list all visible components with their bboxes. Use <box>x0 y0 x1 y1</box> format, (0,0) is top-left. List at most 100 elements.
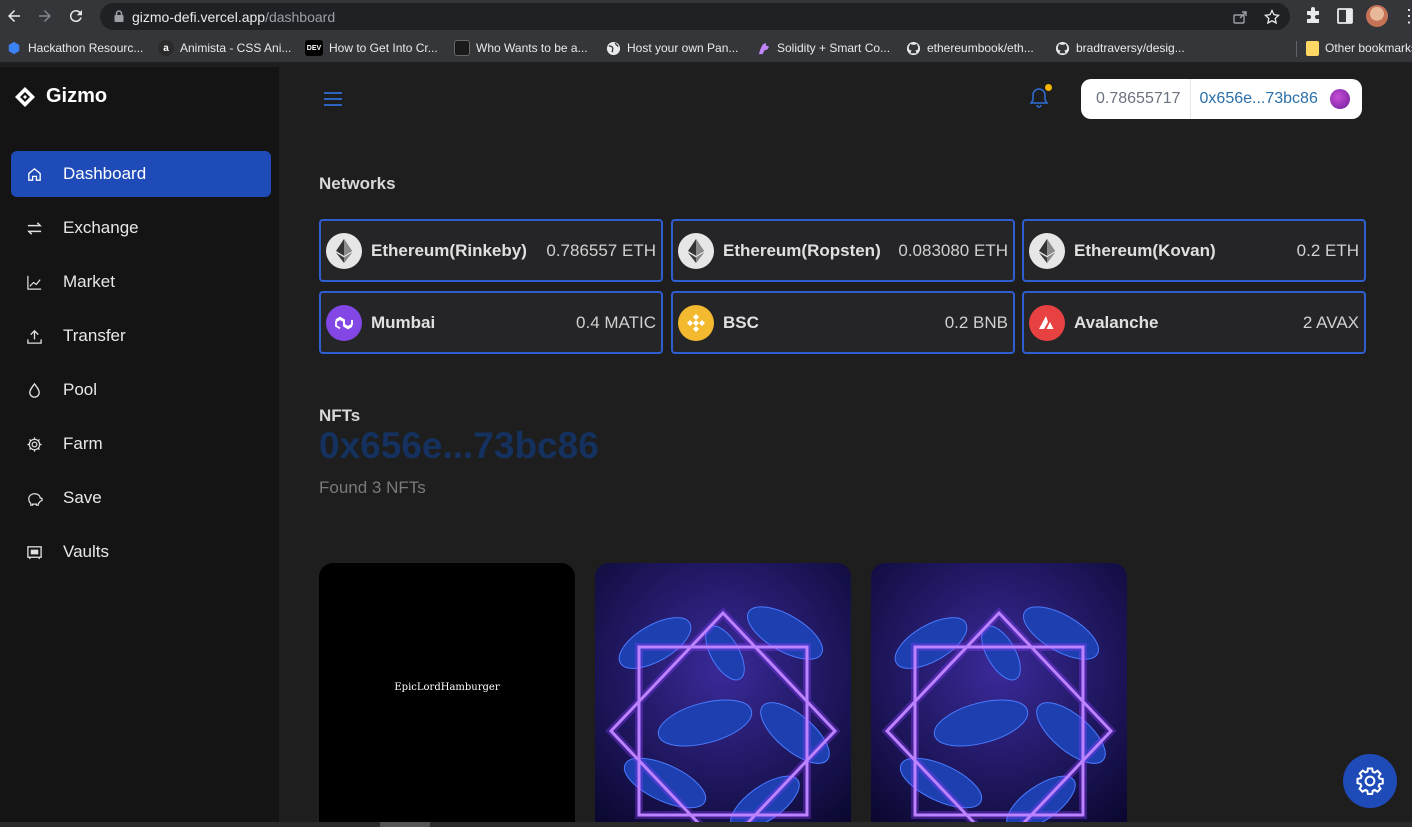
network-name: Ethereum(Rinkeby) <box>371 240 527 260</box>
network-name: BSC <box>723 312 759 332</box>
bookmark-item[interactable]: ethereumbook/eth... <box>905 39 1034 57</box>
bookmark-label: Who Wants to be a... <box>476 41 588 55</box>
quiz-icon <box>454 40 470 56</box>
gear-icon <box>26 436 43 453</box>
bookmark-label: Hackathon Resourc... <box>28 41 144 55</box>
bookmark-item[interactable]: Host your own Pan... <box>605 39 738 57</box>
bookmarks-divider <box>1296 41 1297 57</box>
menu-dots-icon[interactable]: ⋮ <box>1400 6 1412 26</box>
bookmarks-bar: Hackathon Resourc... a Animista - CSS An… <box>0 33 1412 63</box>
unicorn-icon <box>755 40 771 56</box>
bnb-icon <box>678 304 714 341</box>
main-content: 0.78655717 0x656e...73bc86 Networks Ethe… <box>279 67 1412 827</box>
ethereum-icon <box>678 232 714 269</box>
brand-name: Gizmo <box>46 85 108 107</box>
sidebar: Gizmo Dashboard Exchange Market Transfer… <box>0 67 279 827</box>
sidebar-item-farm[interactable]: Farm <box>11 421 271 467</box>
nfts-owner-address: 0x656e...73bc86 <box>319 425 599 466</box>
network-amount: 2 AVAX <box>1302 312 1359 332</box>
bookmark-label: bradtraversy/desig... <box>1076 41 1185 55</box>
drop-icon <box>26 382 43 399</box>
settings-button[interactable] <box>1343 754 1397 808</box>
dev-icon: DEV <box>305 40 323 56</box>
wallet-balance: 0.78655717 <box>1081 79 1191 119</box>
networks-title: Networks <box>319 174 396 193</box>
profile-avatar[interactable] <box>1366 5 1388 27</box>
ethereum-icon <box>1029 232 1065 269</box>
home-icon <box>26 166 43 183</box>
side-panel-icon[interactable] <box>1335 6 1355 26</box>
scrollbar-thumb[interactable] <box>380 822 430 827</box>
sidebar-item-exchange[interactable]: Exchange <box>11 205 271 251</box>
other-bookmarks-label: Other bookmarks <box>1325 41 1412 55</box>
avalanche-icon <box>1029 304 1065 341</box>
bookmark-item[interactable]: DEV How to Get Into Cr... <box>305 39 438 57</box>
share-icon[interactable] <box>1232 9 1248 25</box>
nfts-title: NFTs <box>319 406 361 425</box>
network-name: Ethereum(Kovan) <box>1074 240 1216 260</box>
network-amount: 0.2 BNB <box>944 312 1008 332</box>
ethereum-icon <box>326 232 362 269</box>
nft-card[interactable]: EpicLordHamburger <box>319 563 575 827</box>
extensions-icon[interactable] <box>1303 6 1323 26</box>
nft-card[interactable] <box>595 563 851 827</box>
sidebar-item-transfer[interactable]: Transfer <box>11 313 271 359</box>
network-card[interactable]: Ethereum(Ropsten) 0.083080 ETH <box>671 219 1015 282</box>
network-name: Avalanche <box>1074 312 1159 332</box>
reload-icon[interactable] <box>64 4 88 28</box>
sidebar-item-pool[interactable]: Pool <box>11 367 271 413</box>
sidebar-item-label: Save <box>63 488 102 507</box>
bookmark-label: Animista - CSS Ani... <box>180 41 292 55</box>
sidebar-item-market[interactable]: Market <box>11 259 271 305</box>
sidebar-item-save[interactable]: Save <box>11 475 271 521</box>
bookmark-label: Solidity + Smart Co... <box>777 41 891 55</box>
wallet-address: 0x656e...73bc86 <box>1199 90 1318 107</box>
sidebar-item-label: Vaults <box>63 542 109 561</box>
bookmark-item[interactable]: bradtraversy/desig... <box>1054 39 1185 57</box>
network-amount: 0.083080 ETH <box>898 240 1008 260</box>
folder-icon <box>1306 40 1319 56</box>
wallet-avatar <box>1330 89 1350 109</box>
wallet-button[interactable]: 0.78655717 0x656e...73bc86 <box>1081 79 1362 119</box>
horizontal-scrollbar[interactable] <box>0 822 1412 827</box>
bookmark-label: ethereumbook/eth... <box>927 41 1034 55</box>
network-card[interactable]: Ethereum(Rinkeby) 0.786557 ETH <box>319 219 663 282</box>
brand-logo[interactable]: Gizmo <box>14 85 107 108</box>
github-icon <box>905 40 921 56</box>
piggy-icon <box>26 490 43 507</box>
vault-icon <box>26 544 43 561</box>
sidebar-item-vaults[interactable]: Vaults <box>11 529 271 575</box>
sidebar-item-dashboard[interactable]: Dashboard <box>11 151 271 197</box>
gizmo-logo-icon <box>15 86 35 107</box>
animista-icon: a <box>158 40 174 56</box>
nft-card[interactable] <box>871 563 1127 827</box>
other-bookmarks[interactable]: Other bookmarks <box>1306 39 1412 57</box>
sidebar-item-label: Exchange <box>63 218 139 237</box>
bookmark-item[interactable]: Who Wants to be a... <box>454 39 588 57</box>
bookmark-item[interactable]: a Animista - CSS Ani... <box>158 39 291 57</box>
network-card[interactable]: Ethereum(Kovan) 0.2 ETH <box>1022 219 1366 282</box>
network-card[interactable]: BSC 0.2 BNB <box>671 291 1015 354</box>
notification-dot <box>1045 84 1052 91</box>
sidebar-item-label: Pool <box>63 380 98 399</box>
browser-toolbar: gizmo-defi.vercel.app/dashboard ⋮ <box>0 0 1412 33</box>
neon-leaves-image <box>595 563 851 827</box>
sidebar-item-label: Farm <box>63 434 103 453</box>
network-card[interactable]: Mumbai 0.4 MATIC <box>319 291 663 354</box>
lock-icon <box>114 10 124 22</box>
bookmark-item[interactable]: Solidity + Smart Co... <box>755 39 890 57</box>
globe-icon <box>605 40 621 56</box>
star-icon[interactable] <box>1264 9 1280 25</box>
github-icon <box>1054 40 1070 56</box>
chart-icon <box>26 274 43 291</box>
bookmark-item[interactable]: Hackathon Resourc... <box>6 39 143 57</box>
network-amount: 0.2 ETH <box>1296 240 1359 260</box>
hamburger-menu-icon[interactable] <box>323 89 343 109</box>
network-amount: 0.786557 ETH <box>546 240 656 260</box>
sidebar-item-label: Market <box>63 272 115 291</box>
address-bar[interactable]: gizmo-defi.vercel.app/dashboard <box>100 3 1290 30</box>
forward-icon[interactable] <box>33 4 57 28</box>
upload-icon <box>26 328 43 345</box>
network-card[interactable]: Avalanche 2 AVAX <box>1022 291 1366 354</box>
back-icon[interactable] <box>2 4 26 28</box>
